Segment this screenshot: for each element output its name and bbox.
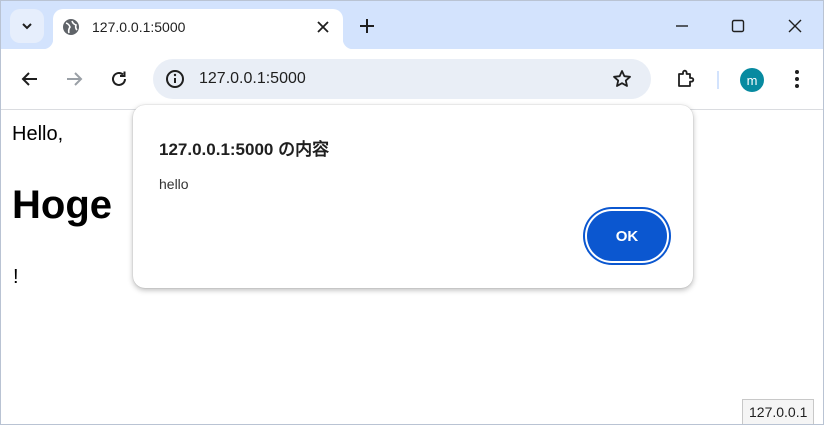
plus-icon	[360, 19, 374, 33]
toolbar: 127.0.0.1:5000	[1, 49, 823, 110]
browser-window: 127.0.0.1:5000 127.0.0.1:5000 m Hello, H…	[0, 0, 824, 425]
globe-icon	[63, 19, 79, 35]
extensions-button[interactable]	[671, 65, 699, 93]
info-icon	[166, 70, 184, 88]
new-tab-button[interactable]	[356, 15, 378, 37]
toolbar-separator	[717, 71, 719, 89]
forward-button[interactable]	[60, 65, 88, 93]
arrow-right-icon	[67, 72, 83, 86]
dialog-title: 127.0.0.1:5000 の内容	[159, 140, 330, 159]
maximize-button[interactable]	[723, 11, 753, 41]
tab-title: 127.0.0.1:5000	[92, 19, 186, 35]
menu-button[interactable]	[783, 65, 811, 93]
bookmark-button[interactable]	[611, 68, 633, 90]
back-button[interactable]	[16, 65, 44, 93]
star-icon	[613, 70, 631, 87]
chevron-down-icon	[22, 23, 32, 30]
url-text[interactable]: 127.0.0.1:5000	[199, 70, 306, 88]
reload-icon	[112, 71, 126, 86]
exclamation-text: !	[13, 266, 19, 288]
greeting-text: Hello,	[12, 123, 64, 145]
status-bubble: 127.0.0.1	[742, 399, 815, 424]
puzzle-icon	[678, 69, 695, 87]
minimize-icon	[676, 25, 688, 27]
minimize-button[interactable]	[667, 11, 697, 41]
close-window-button[interactable]	[780, 11, 810, 41]
arrow-left-icon	[21, 72, 37, 86]
ok-button[interactable]: OK	[587, 211, 667, 261]
profile-avatar[interactable]: m	[740, 68, 764, 92]
maximize-icon	[731, 19, 745, 33]
alert-dialog: 127.0.0.1:5000 の内容 hello OK	[133, 105, 693, 288]
tab-active[interactable]: 127.0.0.1:5000	[43, 9, 353, 49]
reload-button[interactable]	[105, 65, 133, 93]
close-icon	[317, 21, 329, 33]
tab-strip: 127.0.0.1:5000	[1, 1, 823, 49]
tab-close-button[interactable]	[313, 17, 333, 37]
site-info-button[interactable]	[161, 65, 189, 93]
name-heading: Hoge	[12, 183, 112, 227]
tab-search-button[interactable]	[10, 9, 44, 43]
close-icon	[788, 19, 802, 33]
address-bar[interactable]: 127.0.0.1:5000	[153, 59, 651, 99]
dialog-message: hello	[159, 176, 189, 192]
more-vert-icon	[795, 70, 799, 88]
